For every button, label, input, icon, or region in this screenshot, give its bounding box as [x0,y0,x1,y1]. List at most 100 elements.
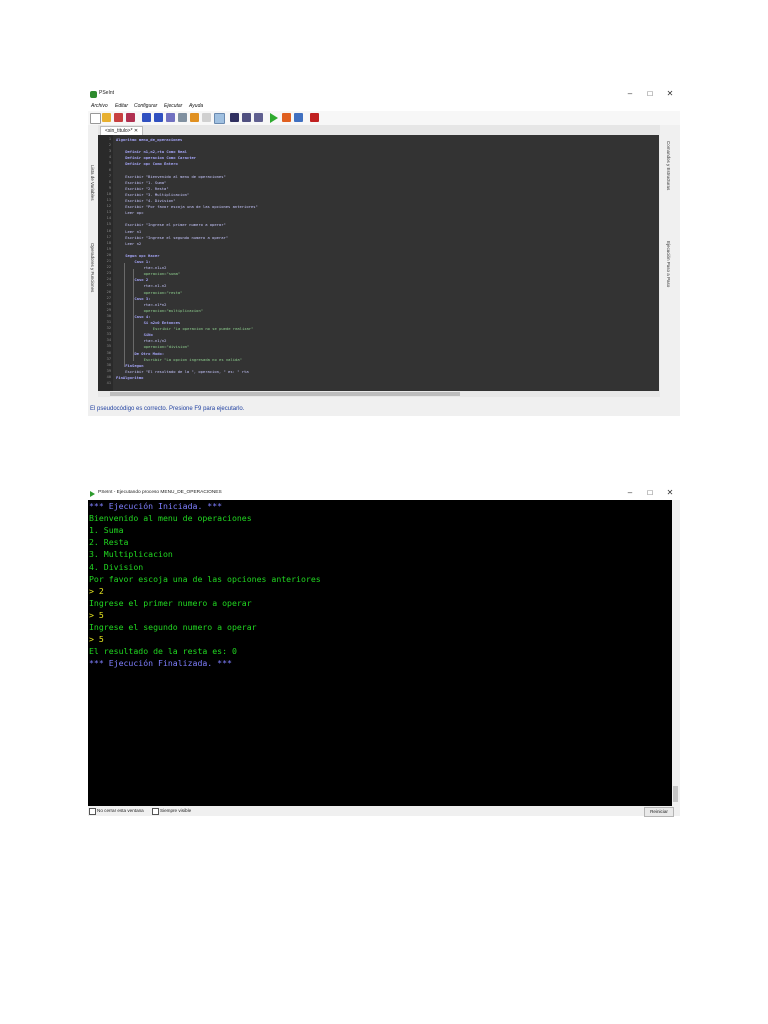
console-minimize-button[interactable]: – [622,488,638,497]
save-icon[interactable] [114,113,123,122]
minimize-button[interactable]: – [622,89,638,98]
find-icon[interactable] [214,113,225,124]
scrollbar-thumb[interactable] [110,392,460,396]
console-line: 3. Multiplicacion [89,549,173,560]
save-as-icon[interactable] [126,113,135,122]
code-line[interactable]: Algoritmo menu_de_operaciones [116,137,182,142]
console-window-title: PSeInt - Ejecutando proceso MENU_DE_OPER… [98,490,222,495]
line-number: 15 [106,222,111,227]
code-line[interactable]: Escribir "4. Division" [125,198,175,203]
replace-icon[interactable] [242,113,251,122]
line-number: 21 [106,259,111,263]
flowchart-icon[interactable] [294,113,303,122]
line-number: 14 [106,216,111,221]
reiniciar-button[interactable]: Reiniciar [644,807,674,817]
editor-horizontal-scrollbar[interactable] [98,391,660,397]
code-line[interactable]: Escribir "1. Suma" [125,180,166,185]
new-file-icon[interactable] [90,113,101,124]
cut-icon[interactable] [166,113,175,122]
code-line[interactable]: Escribir "3. Multiplicacion" [125,192,189,197]
code-line[interactable]: rta<-n1*n2 [144,302,167,307]
siempre-visible-checkbox[interactable] [152,808,159,815]
console-vertical-scrollbar[interactable] [672,500,680,806]
copy-icon[interactable] [178,113,187,122]
code-line[interactable]: Segun opc Hacer [125,253,159,258]
code-line[interactable]: operacion="resta" [144,290,183,295]
line-number: 12 [106,204,111,209]
line-number: 33 [106,332,111,337]
commands-panel-tab[interactable]: Comandos y Estructuras [666,141,671,190]
code-line[interactable]: Escribir "Por favor escoja una de las op… [125,204,258,209]
code-line[interactable]: Caso 1: [134,259,150,264]
console-line: *** Ejecución Iniciada. *** [89,501,223,511]
code-line[interactable]: Leer n1 [125,229,141,234]
siempre-visible-label: Siempre visible [160,808,192,813]
line-number: 29 [106,307,111,312]
menu-archivo[interactable]: Archivo [91,103,108,109]
run-icon[interactable] [270,113,278,123]
code-line[interactable]: Si n2=0 Entonces [144,320,181,325]
code-line[interactable]: rta<-n1/n2 [144,338,167,343]
line-number: 5 [108,161,111,166]
operators-panel-tab[interactable]: Operadores y Funciones [90,243,95,292]
paste-icon[interactable] [190,113,199,122]
code-line[interactable]: Caso 2 [134,277,148,282]
menu-ejecutar[interactable]: Ejecutar [164,103,182,109]
code-line[interactable]: De Otro Modo: [134,351,164,356]
redo-icon[interactable] [154,113,163,122]
code-line[interactable]: FinAlgoritmo [116,375,143,380]
code-line[interactable]: FinSegun [125,363,143,368]
code-line[interactable]: Escribir "Ingrese el primer numero a ope… [125,222,226,227]
menu-configurar[interactable]: Configurar [134,103,157,109]
code-line[interactable]: Escribir "2. Resta" [125,186,168,191]
code-line[interactable]: Escribir "La operacion no se puede reali… [153,326,254,331]
console-output[interactable]: *** Ejecución Iniciada. *** Bienvenido al… [88,500,672,806]
console-window: PSeInt - Ejecutando proceso MENU_DE_OPER… [88,488,680,817]
line-number: 26 [106,289,111,294]
format-icon[interactable] [254,113,263,122]
line-number: 30 [106,313,111,318]
code-line[interactable]: operacion="multiplicacion" [144,308,203,313]
pseint-editor-window: PSeInt – □ ✕ Archivo Editar Configurar E… [88,88,680,416]
line-number: 1 [108,137,111,141]
line-number: 23 [106,271,111,276]
search-icon[interactable] [230,113,239,122]
code-line[interactable]: Definir operacion Como Caracter [125,155,196,160]
line-number: 6 [108,167,111,172]
code-line[interactable]: rta<-n1-n2 [144,283,167,288]
code-line[interactable]: Leer opc [125,210,143,215]
code-editor[interactable]: 1 Algoritmo menu_de_operaciones 2 3 Definir … [98,135,660,391]
help-icon[interactable] [310,113,319,122]
code-line[interactable]: Escribir "El resultado de la ", operacio… [125,369,248,374]
code-line[interactable]: Definir n1,n2,rta Como Real [125,149,187,154]
line-number: 8 [108,179,111,184]
code-line[interactable]: Leer n2 [125,241,141,246]
console-close-button[interactable]: ✕ [662,488,678,497]
code-line[interactable]: operacion="division" [144,344,190,349]
right-side-panel: Comandos y Estructuras Ejecución Paso a … [660,125,680,397]
step-execution-panel-tab[interactable]: Ejecución Paso a Paso [666,241,671,287]
variables-panel-tab[interactable]: Lista de Variables [90,165,95,200]
no-cerrar-checkbox[interactable] [89,808,96,815]
console-scrollbar-thumb[interactable] [673,786,678,802]
console-maximize-button[interactable]: □ [642,488,658,497]
code-line[interactable]: Escribir "Ingrese el segundo numero a op… [125,235,228,240]
code-line[interactable]: SiNo [144,332,153,337]
step-run-icon[interactable] [282,113,291,122]
code-line[interactable]: Escribir "La opcion ingresada no es vali… [144,357,242,362]
code-line[interactable]: operacion="suma" [144,271,181,276]
line-number: 20 [106,252,111,257]
undo-icon[interactable] [142,113,151,122]
indent-icon[interactable] [202,113,211,122]
open-folder-icon[interactable] [102,113,111,122]
maximize-button[interactable]: □ [642,89,658,98]
code-line[interactable]: Caso 4: [134,314,150,319]
line-number: 18 [106,240,111,245]
code-line[interactable]: Escribir "Bienvenido al menu de operacio… [125,174,226,179]
menu-ayuda[interactable]: Ayuda [189,103,203,109]
code-line[interactable]: Caso 3: [134,296,150,301]
close-button[interactable]: ✕ [662,89,678,98]
code-line[interactable]: Definir opc Como Entero [125,161,178,166]
code-line[interactable]: rta<-n1+n2 [144,265,167,270]
menu-editar[interactable]: Editar [115,103,128,109]
